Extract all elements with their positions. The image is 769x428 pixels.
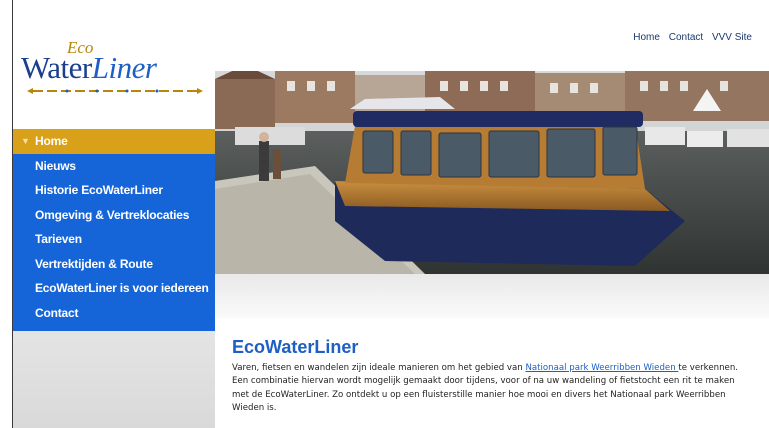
nav-bottom-bar — [13, 325, 215, 331]
sidebar-item-label: Contact — [35, 305, 79, 320]
logo-water-text: Water — [21, 50, 92, 85]
sidebar-item-historie[interactable]: Historie EcoWaterLiner — [13, 178, 215, 203]
boat-photo — [215, 71, 769, 274]
logo-dashes-icon — [27, 88, 203, 94]
sidebar-item-tarieven[interactable]: Tarieven — [13, 227, 215, 252]
sidebar-item-iedereen[interactable]: EcoWaterLiner is voor iedereen — [13, 276, 215, 301]
top-nav: Home Contact VVV Site — [627, 32, 752, 43]
top-link-contact[interactable]: Contact — [669, 32, 703, 43]
sidebar-item-contact[interactable]: Contact — [13, 300, 215, 325]
sidebar-item-omgeving[interactable]: Omgeving & Vertreklocaties — [13, 202, 215, 227]
sidebar-item-label: EcoWaterLiner is voor iedereen — [35, 281, 209, 295]
page-title: EcoWaterLiner — [232, 337, 359, 357]
hero-fade — [215, 274, 769, 318]
logo[interactable]: Eco WaterLiner — [21, 38, 211, 98]
logo-wordmark: WaterLiner — [21, 50, 157, 86]
top-link-vvv-site[interactable]: VVV Site — [712, 32, 752, 43]
sidebar-nav: ▼ Home Nieuws Historie EcoWaterLiner Omge… — [13, 129, 215, 331]
sidebar: Eco WaterLiner ▼ Home Nieuws Historie Eco… — [13, 0, 215, 428]
sidebar-item-nieuws[interactable]: Nieuws — [13, 153, 215, 178]
sidebar-item-label: Vertrektijden & Route — [35, 256, 153, 271]
intro-paragraph: Varen, fietsen en wandelen zijn ideale m… — [232, 362, 752, 416]
sidebar-item-label: Historie EcoWaterLiner — [35, 183, 163, 197]
sidebar-item-label: Tarieven — [35, 232, 82, 246]
sidebar-item-vertrektijden[interactable]: Vertrektijden & Route — [13, 251, 215, 276]
sidebar-item-label: Omgeving & Vertreklocaties — [35, 207, 190, 222]
intro-text-start: Varen, fietsen en wandelen zijn ideale m… — [232, 363, 526, 373]
sidebar-item-label: Nieuws — [35, 158, 76, 173]
logo-liner-text: Liner — [91, 50, 157, 85]
chevron-down-icon: ▼ — [21, 136, 30, 146]
hero-image — [215, 71, 769, 274]
national-park-link[interactable]: Nationaal park Weerribben Wieden — [525, 363, 678, 373]
sidebar-item-home[interactable]: ▼ Home — [13, 129, 215, 154]
sidebar-item-label: Home — [35, 134, 68, 148]
page: Eco WaterLiner ▼ Home Nieuws Historie Eco… — [0, 0, 769, 428]
top-link-home[interactable]: Home — [633, 32, 660, 43]
